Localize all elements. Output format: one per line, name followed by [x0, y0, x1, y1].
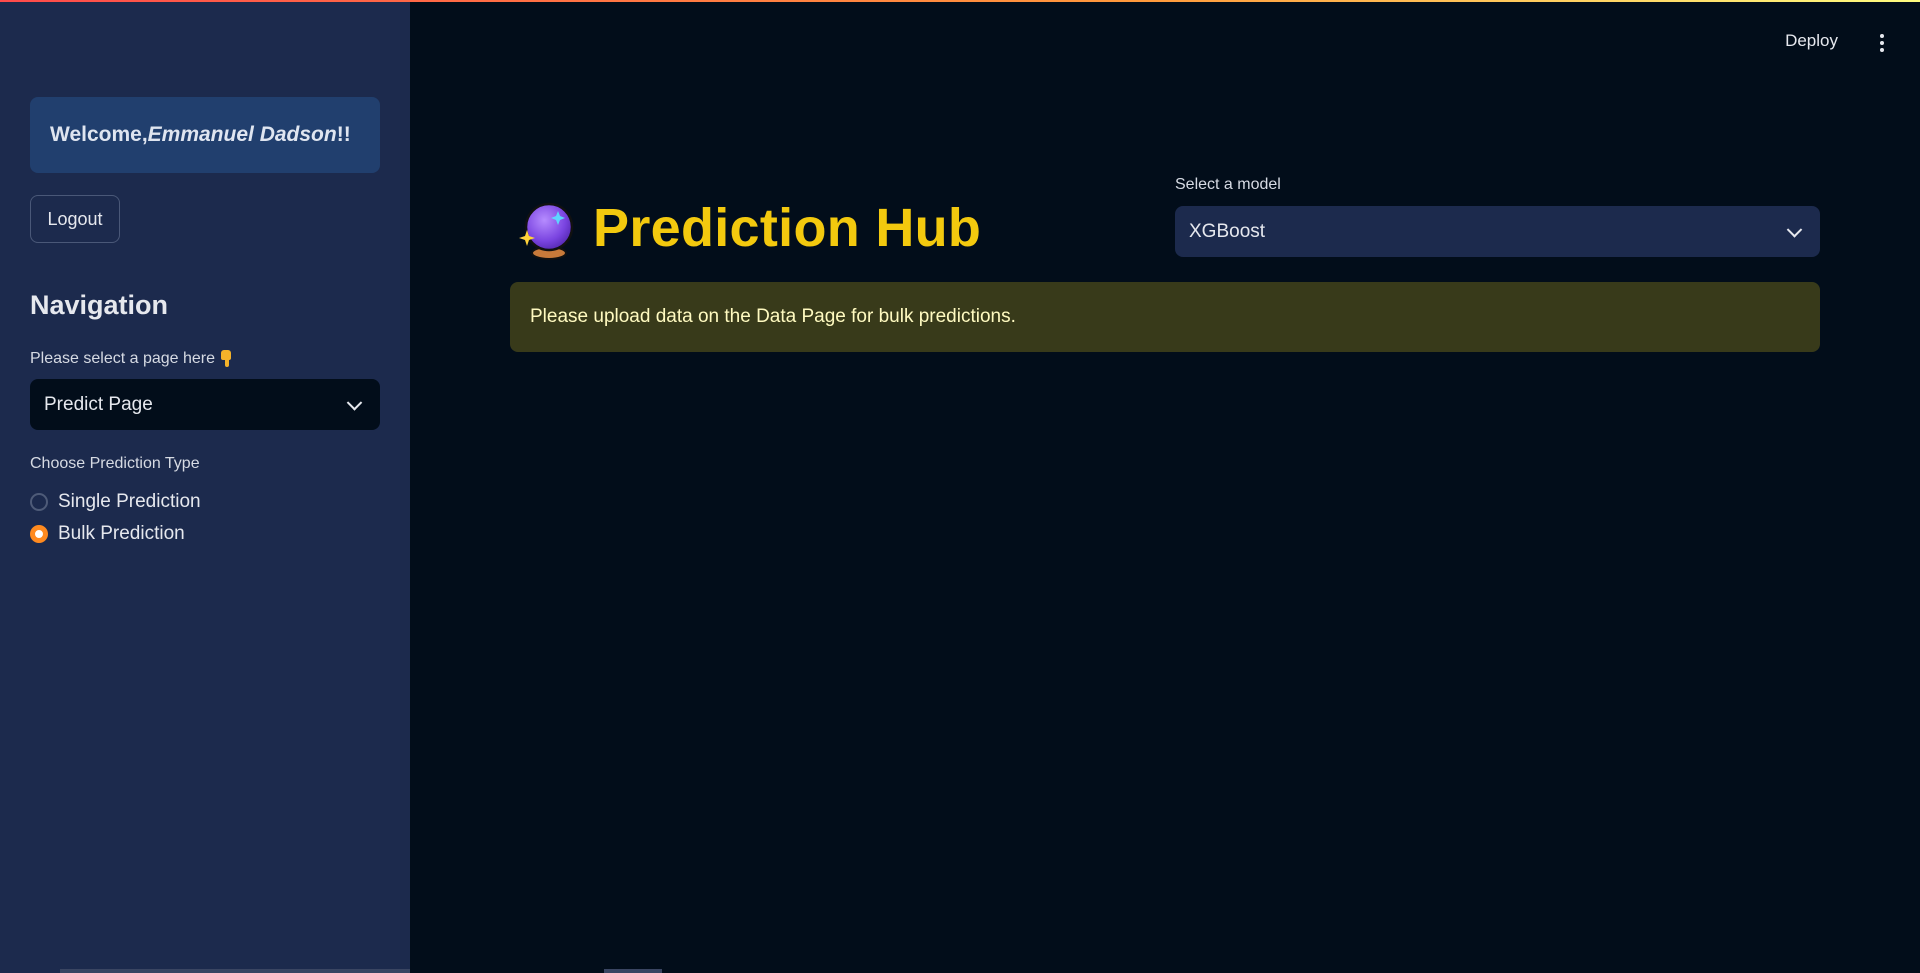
- radio-button-checked[interactable]: [30, 525, 48, 543]
- chevron-down-icon: [1786, 221, 1803, 238]
- kebab-menu-icon[interactable]: [1880, 34, 1884, 52]
- page-select[interactable]: Predict Page: [30, 379, 380, 430]
- sidebar: Welcome, Emmanuel Dadson!! Logout Naviga…: [0, 0, 420, 973]
- navigation-heading: Navigation: [30, 290, 169, 320]
- warning-alert: Please upload data on the Data Page for …: [510, 282, 1820, 352]
- sidebar-scrollbar[interactable]: [60, 969, 420, 973]
- user-name: Emmanuel Dadson: [147, 123, 337, 146]
- chevron-down-icon: [346, 394, 363, 411]
- deploy-button[interactable]: Deploy: [1785, 31, 1838, 51]
- page-select-value: Predict Page: [44, 393, 153, 415]
- page-title: Prediction Hub: [593, 198, 982, 258]
- radio-button-unchecked[interactable]: [30, 493, 48, 511]
- radio-bulk-prediction[interactable]: Bulk Prediction: [30, 521, 185, 547]
- crystal-ball-icon: [519, 202, 574, 260]
- logout-button[interactable]: Logout: [30, 195, 120, 243]
- top-decoration-bar: [0, 0, 1920, 2]
- radio-label: Bulk Prediction: [58, 523, 185, 544]
- warning-message: Please upload data on the Data Page for …: [530, 306, 1016, 327]
- welcome-suffix: !!: [336, 123, 351, 146]
- pointing-down-hand-icon: [219, 350, 233, 368]
- radio-label: Single Prediction: [58, 491, 201, 512]
- page-select-label: Please select a page here: [30, 350, 233, 368]
- model-select[interactable]: XGBoost: [1175, 206, 1820, 257]
- radio-single-prediction[interactable]: Single Prediction: [30, 489, 201, 515]
- main-scrollbar[interactable]: [604, 969, 662, 973]
- prediction-type-label: Choose Prediction Type: [30, 455, 200, 472]
- welcome-message: Welcome, Emmanuel Dadson!!: [30, 97, 380, 173]
- model-select-label: Select a model: [1175, 176, 1281, 193]
- model-select-value: XGBoost: [1189, 220, 1266, 242]
- main-content: Deploy: [410, 0, 1920, 973]
- welcome-prefix: Welcome,: [50, 123, 148, 146]
- page-select-label-text: Please select a page here: [30, 350, 216, 367]
